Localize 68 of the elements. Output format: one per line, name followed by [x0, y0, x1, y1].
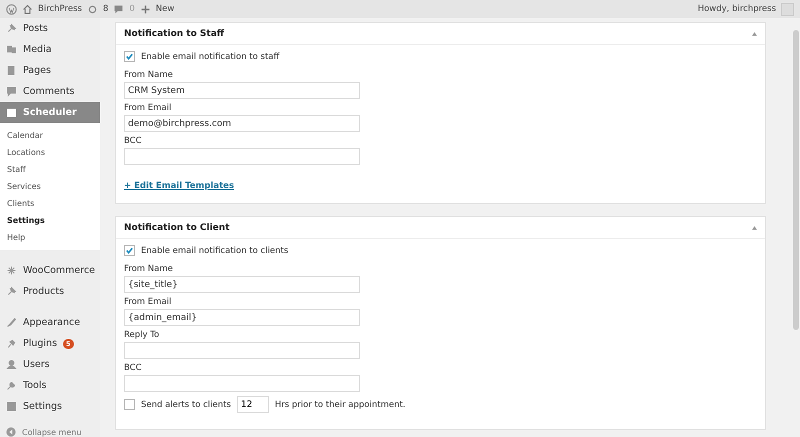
updates-count[interactable]: 8 — [102, 4, 108, 14]
menu-item[interactable]: WooCommerce — [0, 260, 100, 281]
menu-icon — [6, 338, 17, 349]
submenu-item[interactable]: Locations — [0, 144, 100, 161]
menu-icon — [6, 286, 17, 297]
menu-icon — [6, 401, 17, 412]
submenu-item[interactable]: Settings — [0, 212, 100, 229]
hours-input[interactable]: 12 — [236, 396, 269, 413]
new-link[interactable]: New — [156, 4, 174, 14]
collapse-arrow-icon[interactable] — [752, 32, 757, 36]
checkbox[interactable] — [124, 245, 135, 256]
menu-icon — [6, 380, 17, 391]
checkbox[interactable] — [124, 399, 135, 410]
menu-item[interactable]: Pages — [0, 60, 100, 81]
menu-item[interactable]: Posts — [0, 18, 100, 39]
panel-title: Notification to Staff — [124, 28, 224, 38]
field-label: From Name — [124, 70, 173, 80]
text-input[interactable]: {admin_email} — [124, 309, 360, 326]
menu-icon — [6, 23, 17, 34]
submenu-item[interactable]: Clients — [0, 195, 100, 212]
hours-suffix: Hrs prior to their appointment. — [274, 400, 406, 410]
menu-icon — [6, 44, 17, 55]
text-input[interactable] — [124, 148, 360, 165]
wordpress-logo-icon[interactable] — [6, 4, 17, 14]
submenu-item[interactable]: Help — [0, 229, 100, 246]
plus-icon — [140, 4, 151, 14]
menu-icon — [6, 317, 17, 328]
field-label: From Email — [124, 297, 172, 307]
menu-icon — [6, 107, 17, 118]
field-label: From Name — [124, 264, 173, 274]
checkbox-label: Enable email notification to clients — [141, 246, 288, 256]
menu-item[interactable]: Settings — [0, 396, 100, 417]
field-label: Reply To — [124, 330, 160, 340]
menu-item[interactable]: Comments — [0, 81, 100, 102]
greeting-link[interactable]: Howdy, birchpress — [698, 4, 776, 14]
menu-icon — [6, 86, 17, 97]
panel-title: Notification to Client — [124, 222, 230, 232]
submenu-item[interactable]: Calendar — [0, 127, 100, 144]
refresh-icon — [86, 4, 98, 14]
checkbox[interactable] — [124, 51, 135, 62]
text-input[interactable] — [124, 342, 360, 359]
site-name-link[interactable]: BirchPress — [38, 4, 82, 14]
menu-icon — [6, 65, 17, 76]
text-input[interactable]: {site_title} — [124, 276, 360, 293]
menu-item[interactable]: Users — [0, 354, 100, 375]
menu-item[interactable]: Tools — [0, 375, 100, 396]
checkbox-label: Enable email notification to staff — [141, 52, 280, 62]
field-label: BCC — [124, 136, 142, 146]
home-icon — [22, 4, 33, 14]
menu-icon — [6, 265, 17, 276]
text-input[interactable] — [124, 375, 360, 392]
collapse-menu-button[interactable]: Collapse menu — [0, 427, 100, 437]
field-label: From Email — [124, 103, 172, 113]
comment-icon — [113, 4, 124, 14]
menu-item[interactable]: Scheduler — [0, 102, 100, 123]
collapse-arrow-icon[interactable] — [752, 226, 757, 230]
text-input[interactable]: CRM System — [124, 82, 360, 99]
menu-icon — [6, 359, 17, 370]
submenu-item[interactable]: Staff — [0, 161, 100, 178]
menu-item[interactable]: Products — [0, 281, 100, 302]
menu-item[interactable]: Appearance — [0, 312, 100, 333]
text-input[interactable]: demo@birchpress.com — [124, 115, 360, 132]
menu-item[interactable]: Media — [0, 39, 100, 60]
edit-templates-link[interactable]: + Edit Email Templates — [124, 181, 234, 191]
avatar-icon[interactable] — [781, 2, 794, 16]
submenu-item[interactable]: Services — [0, 178, 100, 195]
field-label: BCC — [124, 363, 142, 373]
checkbox-label: Send alerts to clients — [141, 400, 231, 410]
